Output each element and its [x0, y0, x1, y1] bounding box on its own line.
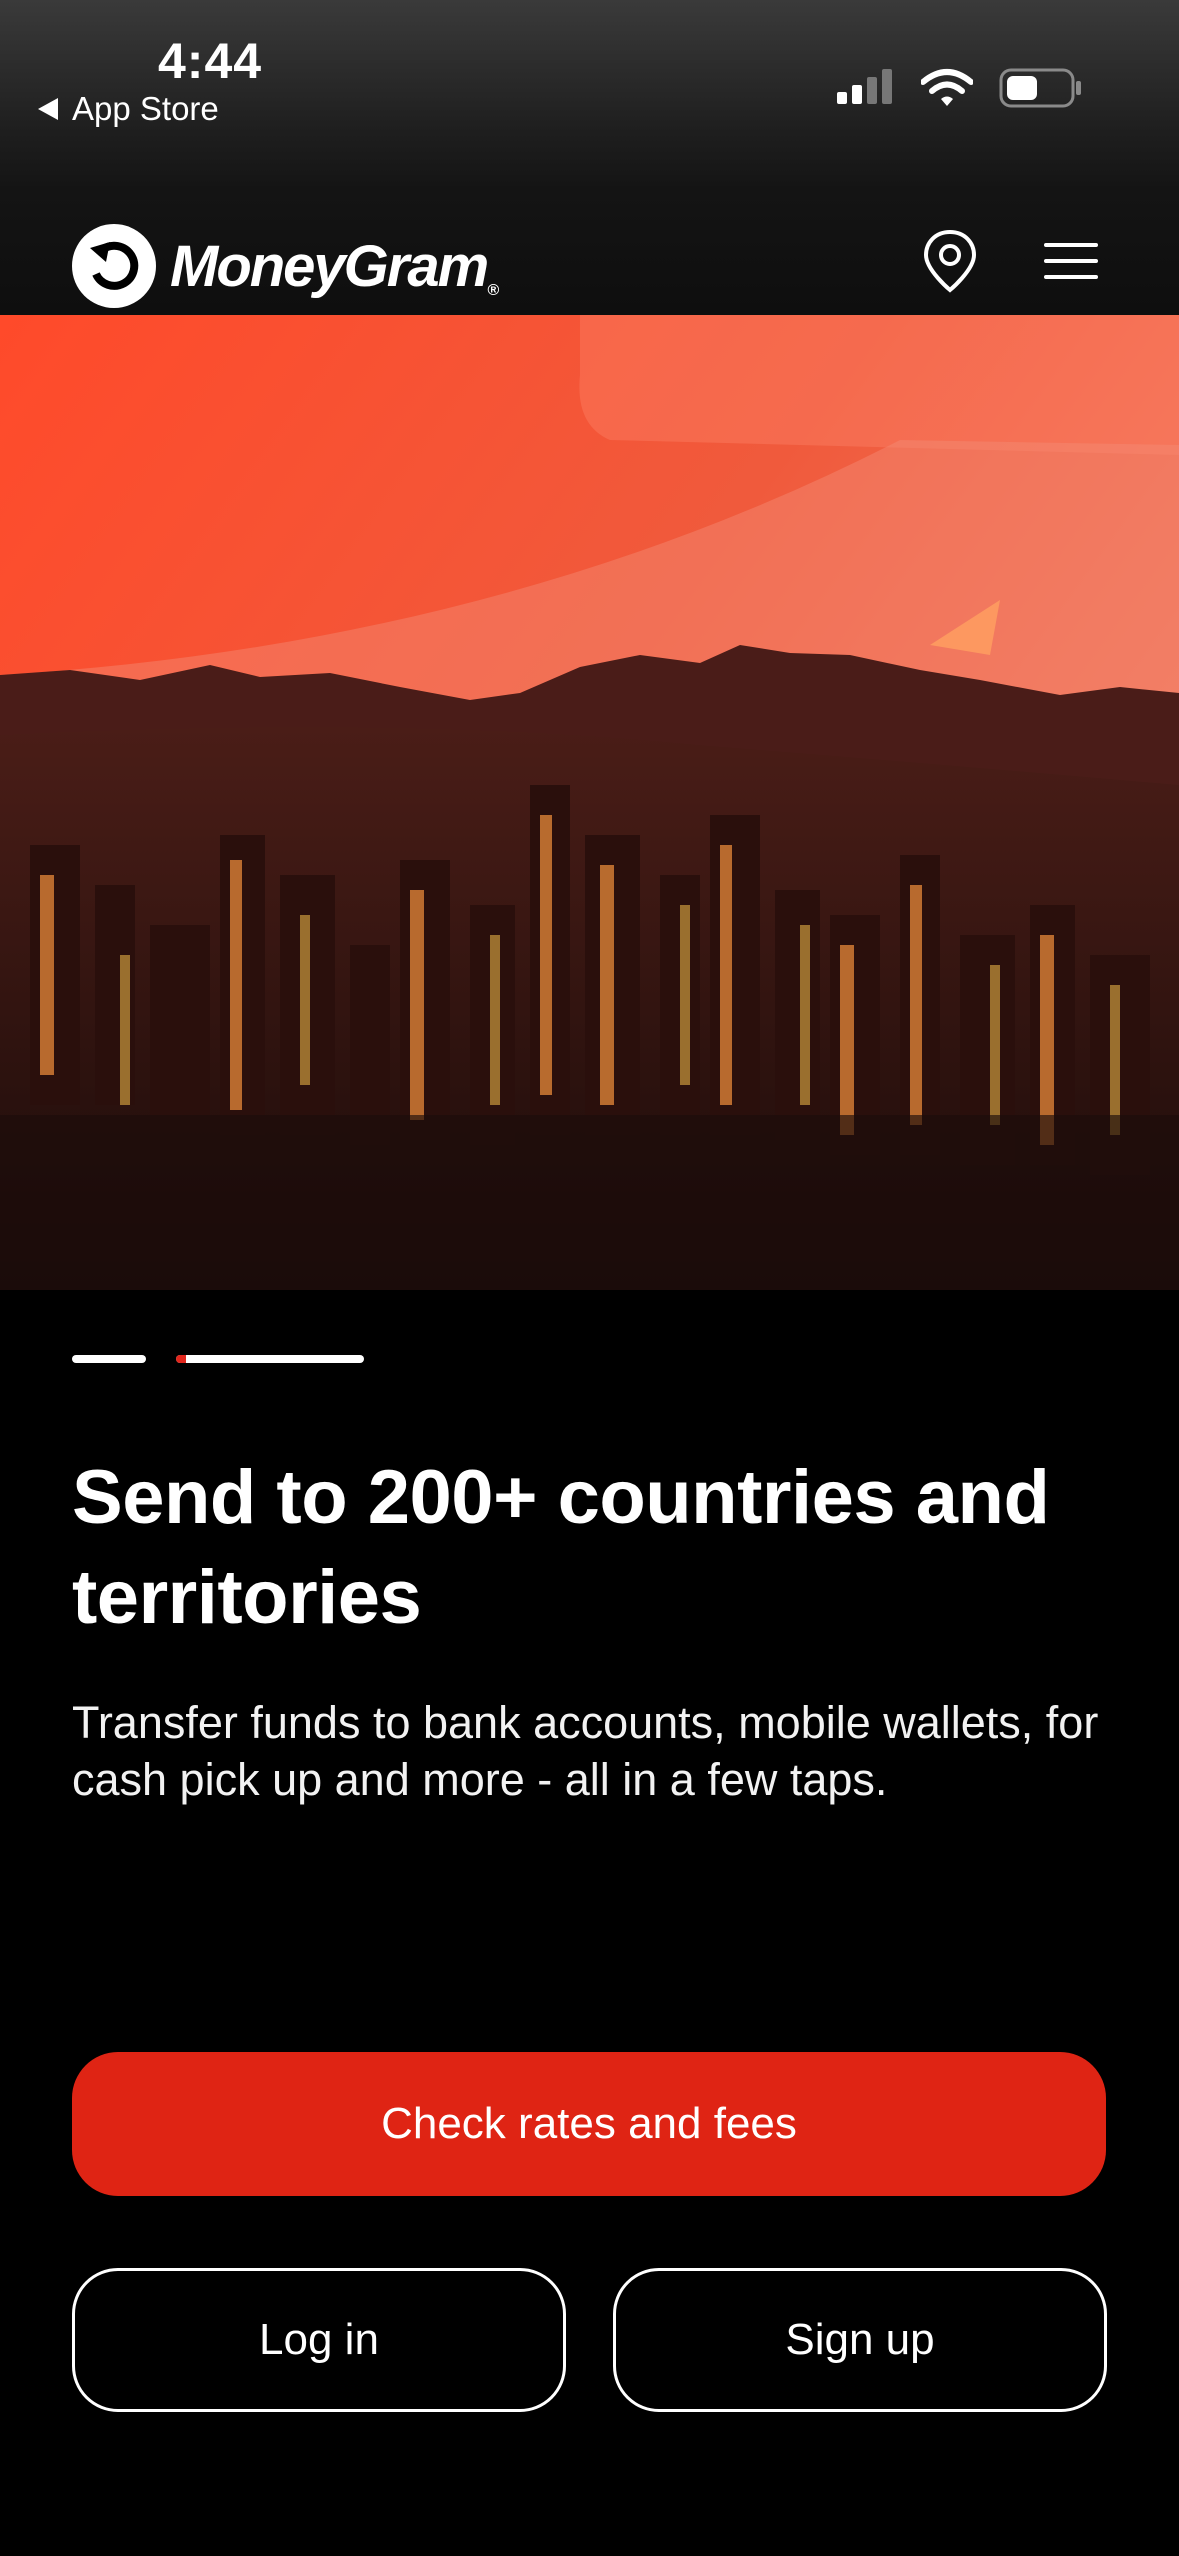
hamburger-menu-icon[interactable]: [1044, 242, 1098, 280]
brand-name: MoneyGram®: [170, 233, 499, 299]
moneygram-logo[interactable]: MoneyGram®: [72, 224, 499, 308]
top-navigation-bar: MoneyGram®: [0, 190, 1179, 315]
carousel-dot-1[interactable]: [72, 1355, 146, 1363]
hero-headline: Send to 200+ countries and territories: [72, 1455, 1050, 1640]
back-app-label: App Store: [72, 90, 219, 127]
carousel-dot-2-active[interactable]: [176, 1355, 364, 1363]
back-arrow-icon: [38, 98, 58, 120]
check-rates-button[interactable]: Check rates and fees: [72, 2052, 1106, 2196]
cellular-signal-icon: [837, 69, 892, 104]
back-to-app-store-link[interactable]: App Store: [38, 90, 219, 128]
hero-description: Transfer funds to bank accounts, mobile …: [72, 1697, 1099, 1805]
carousel-indicator: [72, 1355, 364, 1363]
status-time: 4:44: [158, 33, 263, 89]
status-icons: [837, 66, 1083, 110]
signup-button[interactable]: Sign up: [613, 2268, 1107, 2412]
wifi-icon: [921, 69, 973, 106]
battery-icon: [999, 68, 1081, 108]
moneygram-logo-icon: [72, 224, 156, 308]
hero-image: [0, 315, 1179, 1290]
status-bar: 4:44 App Store: [0, 0, 1179, 190]
city-skyline-illustration: [0, 315, 1179, 1290]
login-button[interactable]: Log in: [72, 2268, 566, 2412]
location-pin-icon[interactable]: [922, 228, 978, 294]
